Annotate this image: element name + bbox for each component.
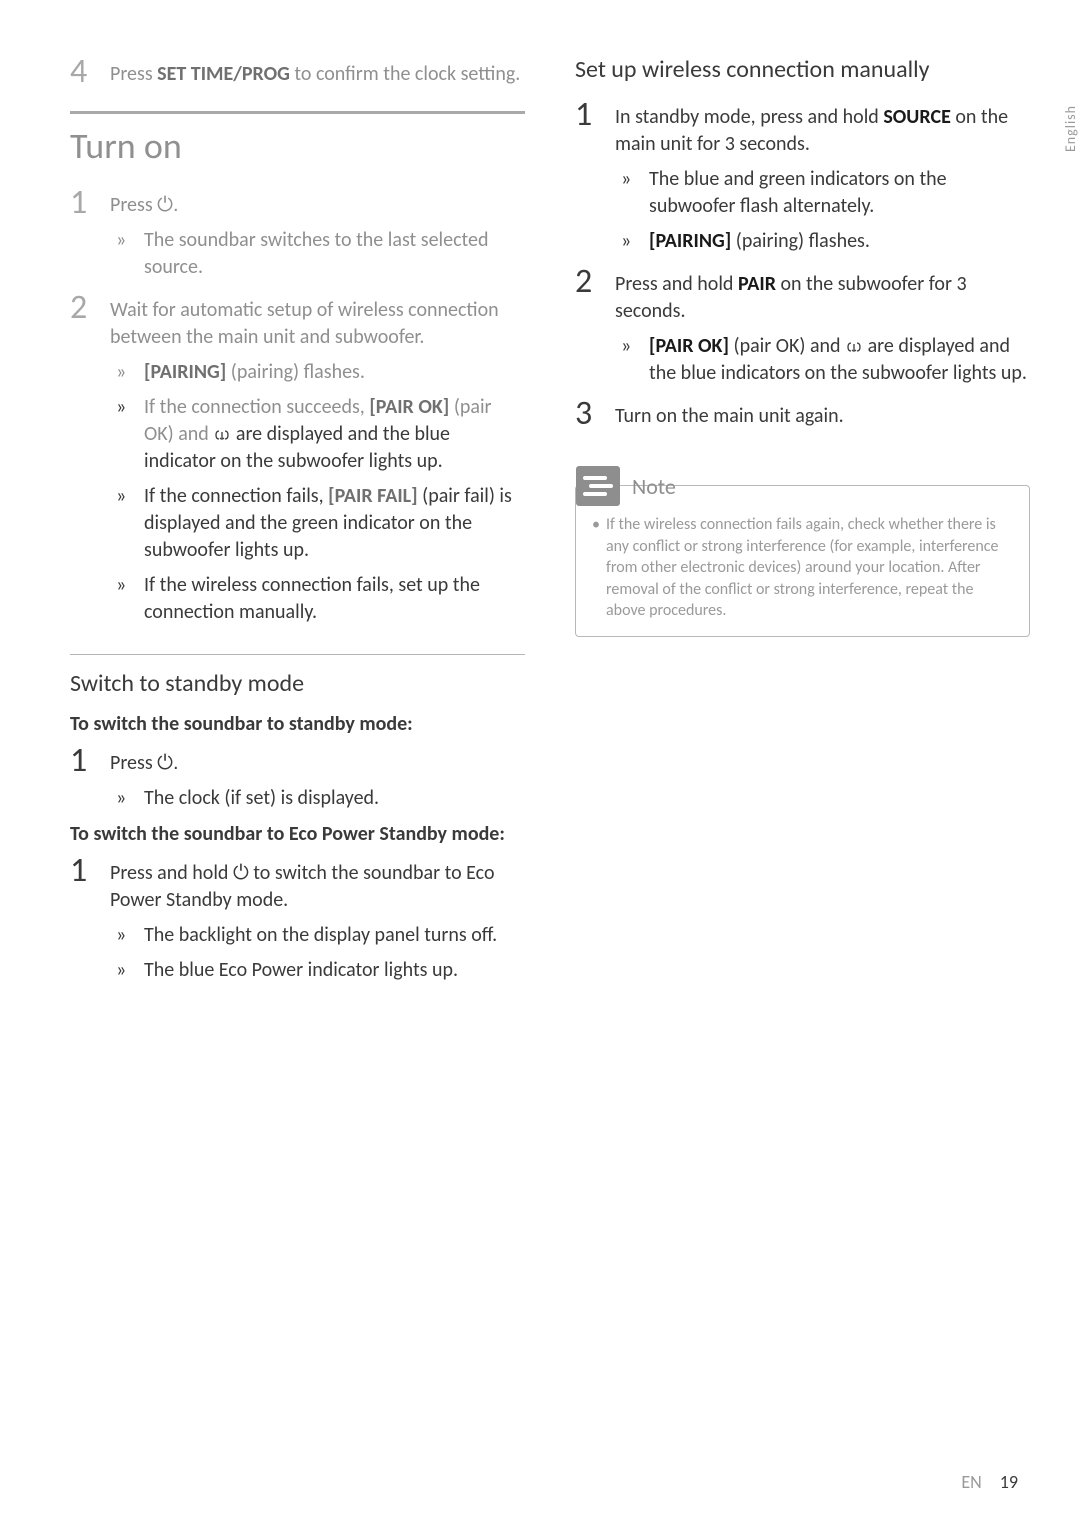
sub-item: If the connection fails, [PAIR FAIL] (pa… [110, 483, 525, 564]
text: Press and hold [615, 272, 738, 296]
step-number: 1 [70, 186, 110, 220]
manual-setup-heading: Set up wireless connection manually [575, 55, 1030, 84]
power-icon: ⏻. [157, 752, 178, 774]
text: If the connection succeeds, [144, 395, 369, 419]
text: (pairing) flashes. [226, 360, 365, 384]
divider [70, 111, 525, 114]
text: If the connection fails, [144, 484, 328, 508]
two-column-layout: 4 Press SET TIME/PROG to confirm the clo… [70, 55, 1030, 994]
step-number: 2 [575, 265, 615, 299]
turn-on-heading: Turn on [70, 124, 525, 168]
sub-list: [PAIR OK] (pair OK) and are displayed an… [615, 333, 1030, 387]
note-body: If the wireless connection fails again, … [592, 514, 1013, 622]
text: (pair OK) and [729, 334, 845, 358]
sub-item: The blue and green indicators on the sub… [615, 166, 1030, 220]
left-column: 4 Press SET TIME/PROG to confirm the clo… [70, 55, 525, 994]
turn-on-step-2: 2 Wait for automatic setup of wireless c… [70, 291, 525, 626]
sub-item: [PAIRING] (pairing) flashes. [615, 228, 1030, 255]
sub-item: The blue Eco Power indicator lights up. [110, 957, 525, 984]
language-side-label: English [1062, 105, 1079, 152]
step-body: Press and hold ⏻ to switch the soundbar … [110, 854, 525, 984]
step-body: Press ⏻. The clock (if set) is displayed… [110, 744, 379, 812]
standby-step-1: 1 Press ⏻. The clock (if set) is display… [70, 744, 525, 812]
text: Turn on the main unit again. [615, 404, 844, 428]
step-number: 3 [575, 397, 615, 431]
sub-list: The backlight on the display panel turns… [110, 922, 525, 984]
text: In standby mode, press and hold [615, 105, 883, 129]
text: Press and hold [110, 861, 233, 885]
turn-on-step-1: 1 Press ⏻. The soundbar switches to the … [70, 186, 525, 281]
sub-item: [PAIRING] (pairing) flashes. [110, 359, 525, 386]
bold-text: PAIR [738, 272, 776, 296]
manual-step-2: 2 Press and hold PAIR on the subwoofer f… [575, 265, 1030, 387]
sub-item: The clock (if set) is displayed. [110, 785, 379, 812]
eco-step-1: 1 Press and hold ⏻ to switch the soundba… [70, 854, 525, 984]
sub-item: If the wireless connection fails, set up… [110, 572, 525, 626]
step-4: 4 Press SET TIME/PROG to confirm the clo… [70, 55, 525, 89]
bold-text: [PAIRING] [144, 360, 226, 384]
bold-text: SOURCE [883, 105, 951, 129]
sub-list: The blue and green indicators on the sub… [615, 166, 1030, 255]
sub-item: [PAIR OK] (pair OK) and are displayed an… [615, 333, 1030, 387]
sub-list: The clock (if set) is displayed. [110, 785, 379, 812]
manual-step-1: 1 In standby mode, press and hold SOURCE… [575, 98, 1030, 255]
step-number: 2 [70, 291, 110, 325]
text: (pairing) flashes. [731, 229, 870, 253]
text: Wait for automatic setup of wireless con… [110, 298, 499, 349]
step-body: In standby mode, press and hold SOURCE o… [615, 98, 1030, 255]
text: Press [110, 751, 157, 775]
bold-text: SET TIME/PROG [157, 62, 290, 86]
power-icon: ⏻. [157, 194, 178, 216]
note-header: Note [576, 466, 1013, 506]
page-footer: EN 19 [961, 1471, 1018, 1493]
bold-text: [PAIRING] [649, 229, 731, 253]
step-body: Turn on the main unit again. [615, 397, 844, 430]
step-4-text: Press SET TIME/PROG to confirm the clock… [110, 55, 520, 88]
standby-sub-heading-1: To switch the soundbar to standby mode: [70, 712, 525, 736]
step-number: 1 [575, 98, 615, 132]
sub-list: [PAIRING] (pairing) flashes. If the conn… [110, 359, 525, 626]
standby-heading: Switch to standby mode [70, 669, 525, 698]
right-column: Set up wireless connection manually 1 In… [575, 55, 1030, 994]
text: Press [110, 193, 157, 217]
manual-step-3: 3 Turn on the main unit again. [575, 397, 1030, 431]
text: to confirm the clock setting. [290, 62, 520, 86]
bold-text: [PAIR OK] [649, 334, 729, 358]
step-number: 4 [70, 55, 110, 89]
text: Press [110, 62, 157, 86]
sub-list: The soundbar switches to the last select… [110, 227, 525, 281]
footer-page-number: 19 [1000, 1471, 1018, 1493]
sub-item: The soundbar switches to the last select… [110, 227, 525, 281]
wireless-icon [213, 429, 231, 441]
step-number: 1 [70, 854, 110, 888]
bold-text: [PAIR FAIL] [328, 484, 417, 508]
power-icon: ⏻ [233, 862, 249, 884]
divider [70, 654, 525, 655]
standby-sub-heading-2: To switch the soundbar to Eco Power Stan… [70, 822, 525, 846]
wireless-icon [845, 341, 863, 353]
step-body: Wait for automatic setup of wireless con… [110, 291, 525, 626]
note-box: Note If the wireless connection fails ag… [575, 485, 1030, 637]
step-body: Press and hold PAIR on the subwoofer for… [615, 265, 1030, 387]
note-title: Note [632, 473, 676, 500]
step-body: Press ⏻. The soundbar switches to the la… [110, 186, 525, 281]
footer-lang: EN [961, 1471, 981, 1493]
step-number: 1 [70, 744, 110, 778]
sub-item: The backlight on the display panel turns… [110, 922, 525, 949]
sub-item: If the connection succeeds, [PAIR OK] (p… [110, 394, 525, 475]
note-icon [576, 466, 620, 506]
bold-text: [PAIR OK] [369, 395, 449, 419]
